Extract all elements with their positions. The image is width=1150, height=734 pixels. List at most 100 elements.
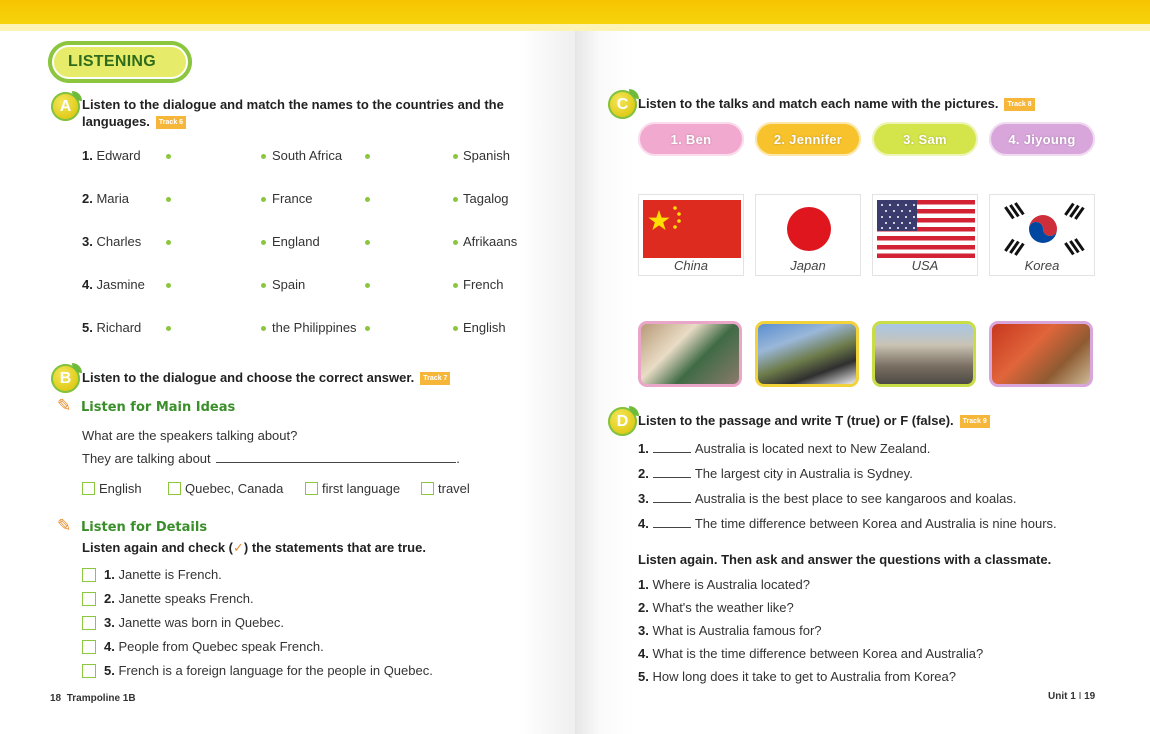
left-page: LISTENING A Listen to the dialogue and m…: [0, 0, 575, 734]
match-name: 3. Charles: [82, 234, 142, 249]
tf-statement: 4. The time difference between Korea and …: [638, 516, 1057, 531]
details-instruction: Listen again and check (✓) the statement…: [82, 540, 426, 555]
match-dot[interactable]: [453, 197, 458, 202]
section-a-instruction: Listen to the dialogue and match the nam…: [82, 97, 504, 112]
japan-flag-image: [760, 200, 858, 258]
check-mark-icon: ✓: [233, 540, 244, 555]
match-name: 4. Jasmine: [82, 277, 145, 292]
flag-card-korea: Korea: [989, 194, 1095, 276]
statement-item: 2. Janette speaks French.: [104, 591, 254, 606]
question-item: 1. Where is Australia located?: [638, 577, 810, 592]
tf-answer-blank[interactable]: [652, 491, 691, 503]
main-ideas-question: What are the speakers talking about?: [82, 428, 298, 443]
name-pill: 4. Jiyoung: [989, 122, 1095, 156]
match-country: Spain: [272, 277, 306, 292]
match-dot[interactable]: [261, 240, 266, 245]
flag-card-china: China: [638, 194, 744, 276]
flag-caption: Korea: [1024, 258, 1060, 273]
option-checkbox[interactable]: [168, 482, 181, 495]
match-dot[interactable]: [166, 240, 171, 245]
headphones-icon: [194, 51, 220, 73]
track-label: Track 9: [959, 415, 990, 429]
match-dot[interactable]: [453, 240, 458, 245]
match-country: England: [272, 234, 320, 249]
option-label: travel: [438, 481, 470, 496]
track-label: Track 6: [155, 116, 187, 130]
match-dot[interactable]: [365, 283, 370, 288]
match-dot[interactable]: [166, 283, 171, 288]
match-language: Afrikaans: [463, 234, 518, 249]
match-dot[interactable]: [453, 283, 458, 288]
flag-caption: Japan: [790, 258, 826, 273]
footer-left: 18 Trampoline 1B: [50, 693, 136, 704]
option-checkbox[interactable]: [82, 482, 95, 495]
city-buildings-photo: [872, 321, 976, 387]
statement-checkbox[interactable]: [82, 568, 96, 582]
option-label: first language: [322, 481, 401, 496]
flag-card-usa: USA: [872, 194, 978, 276]
section-c-instruction: Listen to the talks and match each name …: [638, 96, 1035, 112]
section-a-instruction-line2: languages. Track 6: [82, 114, 187, 130]
section-banner: LISTENING: [48, 41, 220, 83]
statement-item: 4. People from Quebec speak French.: [104, 639, 324, 654]
match-language: Spanish: [463, 148, 510, 163]
main-ideas-title: Listen for Main Ideas: [81, 400, 236, 415]
match-country: South Africa: [272, 148, 343, 163]
option-checkbox[interactable]: [421, 482, 434, 495]
match-country: the Philippines: [272, 320, 357, 335]
tf-answer-blank[interactable]: [652, 466, 691, 478]
statement-item: 5. French is a foreign language for the …: [104, 663, 433, 678]
match-dot[interactable]: [453, 326, 458, 331]
match-dot[interactable]: [365, 154, 370, 159]
name-pill: 3. Sam: [872, 122, 978, 156]
tf-answer-blank[interactable]: [652, 441, 691, 453]
statement-checkbox[interactable]: [82, 616, 96, 630]
statement-checkbox[interactable]: [82, 664, 96, 678]
food-photo: [638, 321, 742, 387]
statement-checkbox[interactable]: [82, 640, 96, 654]
match-dot[interactable]: [261, 326, 266, 331]
match-dot[interactable]: [261, 283, 266, 288]
match-dot[interactable]: [365, 197, 370, 202]
kimchi-photo: [989, 321, 1093, 387]
statement-item: 3. Janette was born in Quebec.: [104, 615, 284, 630]
match-language: French: [463, 277, 504, 292]
match-dot[interactable]: [365, 326, 370, 331]
match-country: France: [272, 191, 313, 206]
tf-answer-blank[interactable]: [652, 516, 691, 528]
match-dot[interactable]: [365, 240, 370, 245]
match-dot[interactable]: [261, 154, 266, 159]
name-pill: 1. Ben: [638, 122, 744, 156]
right-page: C Listen to the talks and match each nam…: [575, 0, 1150, 734]
question-item: 4. What is the time difference between K…: [638, 646, 984, 661]
match-dot[interactable]: [261, 197, 266, 202]
statement-item: 1. Janette is French.: [104, 567, 222, 582]
match-dot[interactable]: [453, 154, 458, 159]
main-ideas-answer-line: They are talking about .: [82, 451, 460, 466]
match-name: 2. Maria: [82, 191, 129, 206]
great-wall-panda-photo: [755, 321, 859, 387]
question-item: 3. What is Australia famous for?: [638, 623, 822, 638]
again-instruction: Listen again. Then ask and answer the qu…: [638, 552, 1052, 567]
flag-caption: China: [674, 258, 708, 273]
name-pill: 2. Jennifer: [755, 122, 861, 156]
flag-caption: USA: [911, 258, 939, 273]
match-dot[interactable]: [166, 326, 171, 331]
section-title: LISTENING: [68, 53, 157, 70]
option-checkbox[interactable]: [305, 482, 318, 495]
top-color-stripe: [0, 24, 575, 31]
match-dot[interactable]: [166, 197, 171, 202]
section-b-instruction: Listen to the dialogue and choose the co…: [82, 370, 451, 386]
question-item: 2. What's the weather like?: [638, 600, 794, 615]
tf-statement: 1. Australia is located next to New Zeala…: [638, 441, 931, 456]
match-language: English: [463, 320, 506, 335]
china-flag-image: [643, 200, 741, 258]
answer-blank[interactable]: [216, 451, 457, 463]
option-label: English: [99, 481, 142, 496]
statement-checkbox[interactable]: [82, 592, 96, 606]
top-color-bar: [0, 0, 575, 24]
tf-statement: 3. Australia is the best place to see kan…: [638, 491, 1017, 506]
match-dot[interactable]: [166, 154, 171, 159]
track-label: Track 7: [420, 372, 451, 386]
top-color-bar: [575, 0, 1150, 24]
